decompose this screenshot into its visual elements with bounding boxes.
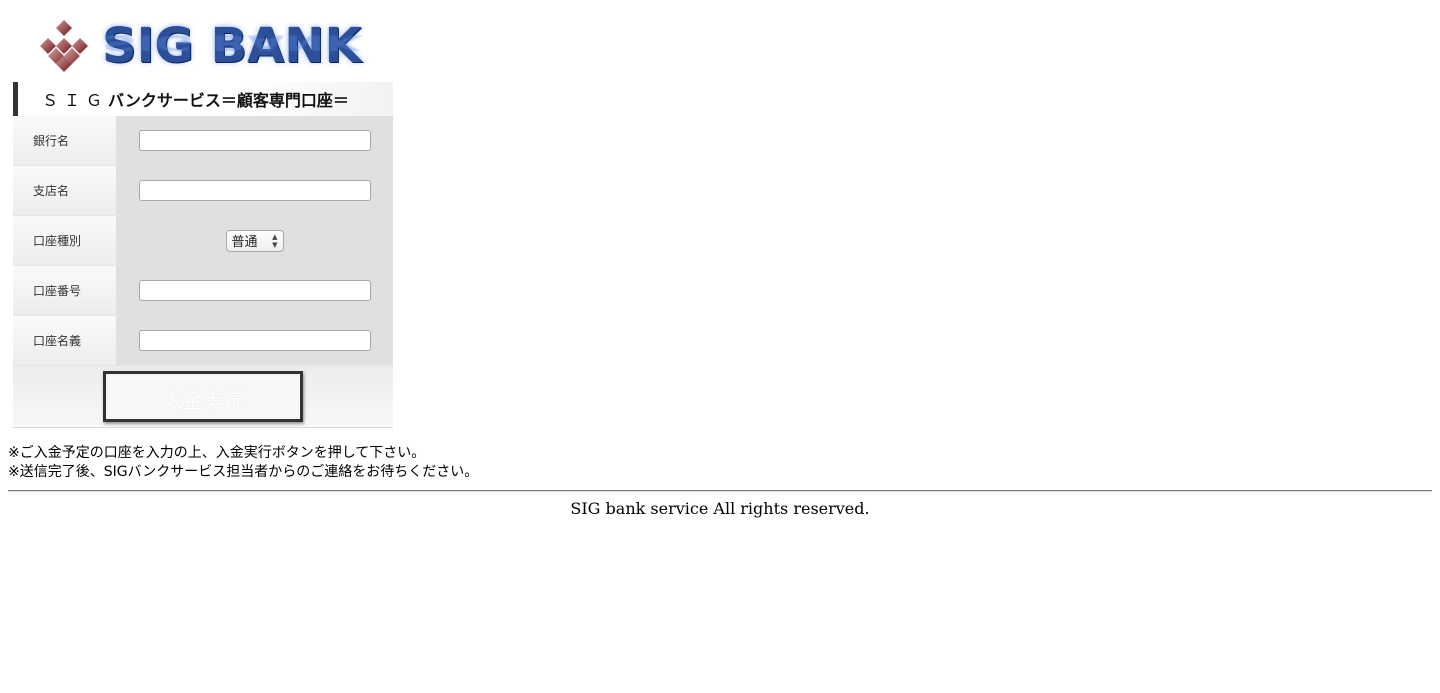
account-number-label: 口座番号 [13,266,116,315]
submit-row: 入金実行 [13,366,393,428]
instruction-notes: ※ご入金予定の口座を入力の上、入金実行ボタンを押して下さい。 ※送信完了後、SI… [8,444,478,482]
account-holder-input[interactable] [138,330,371,351]
form-title: ＳＩＧ バンクサービス＝顧客専門口座＝ [13,82,393,116]
bank-name-label: 銀行名 [13,116,116,165]
footer-divider [8,490,1432,492]
deposit-form-panel: ＳＩＧ バンクサービス＝顧客専門口座＝ 銀行名 支店名 口座種別 普通 ▲ ▼ 口… [13,82,393,428]
diamond-cluster-icon [40,20,88,72]
select-arrows-icon: ▲ ▼ [272,232,278,249]
site-logo: SIG BANK SIG BANK [36,16,366,82]
form-row-account-type: 口座種別 普通 ▲ ▼ [13,216,393,266]
form-row-branch-name: 支店名 [13,166,393,216]
form-row-account-holder: 口座名義 [13,316,393,366]
form-row-bank-name: 銀行名 [13,116,393,166]
deposit-submit-button[interactable]: 入金実行 [103,371,303,422]
form-row-account-number: 口座番号 [13,266,393,316]
bank-name-input[interactable] [138,130,371,151]
account-holder-label: 口座名義 [13,316,116,365]
account-number-input[interactable] [138,280,371,301]
footer-copyright: SIG bank service All rights reserved. [570,499,870,518]
note-line: ※ご入金予定の口座を入力の上、入金実行ボタンを押して下さい。 [8,445,426,461]
account-type-cell: 普通 ▲ ▼ [116,216,393,265]
account-type-selected-value: 普通 [231,235,258,250]
branch-name-input[interactable] [138,180,371,201]
note-line: ※送信完了後、SIGバンクサービス担当者からのご連絡をお待ちください。 [8,464,479,480]
account-type-label: 口座種別 [13,216,116,265]
form-title-main: バンクサービス＝顧客専門口座＝ [108,91,349,110]
account-type-select[interactable]: 普通 ▲ ▼ [225,229,284,252]
branch-name-label: 支店名 [13,166,116,215]
bank-name-cell [116,116,393,165]
form-title-prefix: ＳＩＧ [42,91,109,110]
logo-text-reflection: SIG BANK [102,29,362,56]
account-holder-cell [116,316,393,365]
branch-name-cell [116,166,393,215]
account-number-cell [116,266,393,315]
